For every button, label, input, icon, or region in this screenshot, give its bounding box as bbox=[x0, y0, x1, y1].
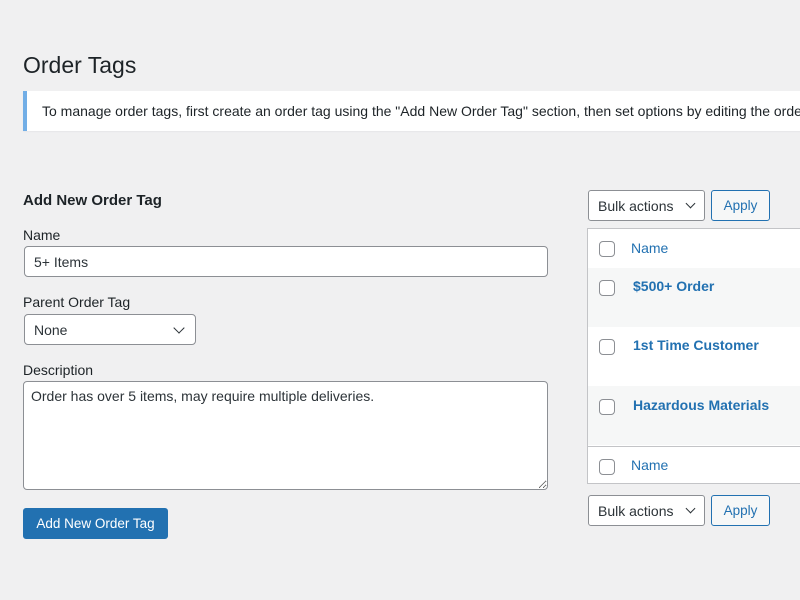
row-tag-name[interactable]: Hazardous Materials bbox=[633, 397, 769, 413]
table-row: $500+ Order bbox=[588, 268, 800, 327]
table-row: Hazardous Materials bbox=[588, 386, 800, 445]
table-footer-row: Name bbox=[588, 446, 800, 483]
row-tag-name[interactable]: 1st Time Customer bbox=[633, 337, 759, 353]
column-header-name[interactable]: Name bbox=[631, 240, 668, 256]
apply-button-top[interactable]: Apply bbox=[711, 190, 770, 221]
select-all-checkbox-icon[interactable] bbox=[599, 459, 615, 475]
chevron-down-icon bbox=[173, 321, 185, 334]
row-checkbox-icon[interactable] bbox=[599, 280, 615, 296]
name-input[interactable] bbox=[24, 246, 548, 277]
apply-button-bottom[interactable]: Apply bbox=[711, 495, 770, 526]
parent-selected-value: None bbox=[34, 321, 68, 338]
table-header-row: Name bbox=[588, 229, 800, 269]
parent-order-tag-select[interactable]: None bbox=[24, 314, 196, 345]
column-footer-name[interactable]: Name bbox=[631, 457, 668, 473]
bulk-actions-label: Bulk actions bbox=[598, 197, 674, 214]
name-label: Name bbox=[23, 227, 61, 243]
table-row: 1st Time Customer bbox=[588, 327, 800, 386]
select-all-checkbox-icon[interactable] bbox=[599, 241, 615, 257]
row-checkbox-icon[interactable] bbox=[599, 339, 615, 355]
info-notice: To manage order tags, first create an or… bbox=[23, 91, 800, 131]
add-new-order-tag-button[interactable]: Add New Order Tag bbox=[23, 508, 168, 539]
parent-order-tag-label: Parent Order Tag bbox=[23, 294, 131, 310]
row-tag-name[interactable]: $500+ Order bbox=[633, 278, 714, 294]
description-label: Description bbox=[23, 362, 94, 378]
bulk-actions-select-bottom[interactable]: Bulk actions bbox=[588, 495, 705, 526]
page-title: Order Tags bbox=[23, 52, 137, 78]
description-textarea[interactable]: Order has over 5 items, may require mult… bbox=[23, 381, 548, 490]
chevron-down-icon bbox=[685, 198, 696, 209]
row-checkbox-icon[interactable] bbox=[599, 399, 615, 415]
bulk-actions-select-top[interactable]: Bulk actions bbox=[588, 190, 705, 221]
add-form-title: Add New Order Tag bbox=[23, 192, 162, 209]
chevron-down-icon bbox=[685, 503, 696, 514]
bulk-actions-label: Bulk actions bbox=[598, 502, 674, 519]
order-tags-table: Name $500+ Order 1st Time Customer Hazar… bbox=[587, 228, 800, 484]
